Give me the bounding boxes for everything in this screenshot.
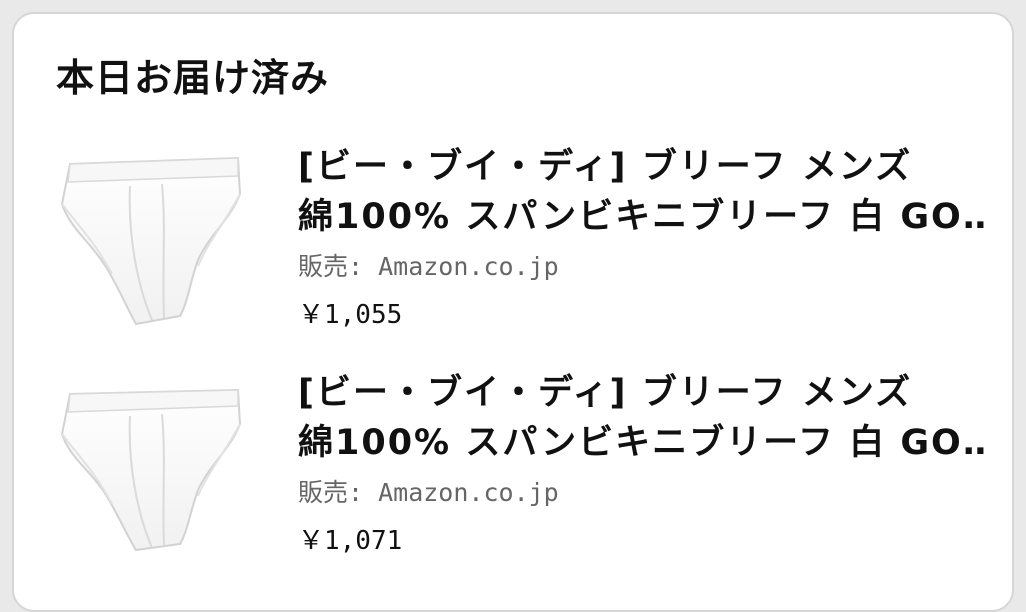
seller-label: 販売: Amazon.co.jp xyxy=(298,478,559,507)
product-title-line-1: [ビー・ブイ・ディ] ブリーフ メンズ xyxy=(298,373,913,413)
product-thumbnail[interactable] xyxy=(52,368,252,558)
product-thumbnail[interactable] xyxy=(52,142,252,332)
product-title[interactable]: [ビー・ブイ・ディ] ブリーフ メンズ綿100% スパンビキニブリーフ 白 GO… xyxy=(298,368,988,468)
product-title-line-2: 綿100% スパンビキニブリーフ 白 GO… xyxy=(298,197,988,237)
delivered-today-card: 本日お届け済み [ビー・ブイ・ディ] ブリーフ メンズ綿100% スパンビキニブ… xyxy=(12,12,1014,612)
price-label: ￥1,055 xyxy=(298,300,403,330)
product-list-item[interactable]: [ビー・ブイ・ディ] ブリーフ メンズ綿100% スパンビキニブリーフ 白 GO… xyxy=(14,142,1016,342)
product-title-line-2: 綿100% スパンビキニブリーフ 白 GO… xyxy=(298,423,988,463)
product-title-line-1: [ビー・ブイ・ディ] ブリーフ メンズ xyxy=(298,147,913,187)
seller-label: 販売: Amazon.co.jp xyxy=(298,252,559,281)
price-label: ￥1,071 xyxy=(298,526,403,556)
section-title: 本日お届け済み xyxy=(56,56,330,100)
product-list-item[interactable]: [ビー・ブイ・ディ] ブリーフ メンズ綿100% スパンビキニブリーフ 白 GO… xyxy=(14,368,1016,568)
product-title[interactable]: [ビー・ブイ・ディ] ブリーフ メンズ綿100% スパンビキニブリーフ 白 GO… xyxy=(298,142,988,242)
